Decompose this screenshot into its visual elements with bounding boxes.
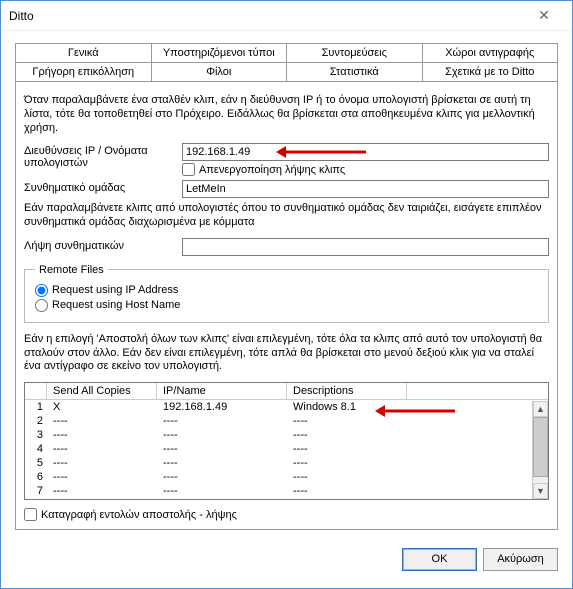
table-cell: ---- bbox=[47, 485, 157, 497]
table-cell: ---- bbox=[157, 415, 287, 427]
table-row[interactable]: 6------------ bbox=[25, 470, 548, 484]
table-cell: ---- bbox=[157, 443, 287, 455]
col-desc[interactable]: Descriptions bbox=[287, 383, 407, 399]
settings-window: Ditto ✕ Γενικά Υποστηριζόμενοι τύποι Συν… bbox=[0, 0, 573, 589]
table-cell: 6 bbox=[25, 471, 47, 483]
friends-table[interactable]: Send All Copies IP/Name Descriptions 1X1… bbox=[24, 382, 549, 500]
table-cell: ---- bbox=[287, 429, 407, 441]
tab-row-1: Γενικά Υποστηριζόμενοι τύποι Συντομεύσει… bbox=[15, 43, 558, 63]
extra-pass-desc: Εάν παραλαμβάνετε κλιπς από υπολογιστές … bbox=[24, 202, 549, 230]
table-cell: 2 bbox=[25, 415, 47, 427]
content-area: Γενικά Υποστηριζόμενοι τύποι Συντομεύσει… bbox=[1, 31, 572, 538]
scroll-up-icon[interactable]: ▲ bbox=[533, 401, 548, 417]
ip-input[interactable] bbox=[182, 143, 549, 161]
cancel-button[interactable]: Ακύρωση bbox=[483, 548, 558, 571]
row-extra-pass: Λήψη συνθηματικών bbox=[24, 238, 549, 256]
tab-row-2: Γρήγορη επικόλληση Φίλοι Στατιστικά Σχετ… bbox=[15, 62, 558, 82]
table-cell: 3 bbox=[25, 429, 47, 441]
table-cell: 5 bbox=[25, 457, 47, 469]
tab-panel-friends: Όταν παραλαμβάνετε ένα σταλθέν κλιπ, εάν… bbox=[15, 81, 558, 530]
send-desc: Εάν η επιλογή 'Αποστολή όλων των κλιπς' … bbox=[24, 333, 549, 374]
log-label: Καταγραφή εντολών αποστολής - λήψης bbox=[41, 509, 237, 521]
tab-quickpaste[interactable]: Γρήγορη επικόλληση bbox=[15, 62, 152, 82]
tab-types[interactable]: Υποστηριζόμενοι τύποι bbox=[151, 43, 288, 63]
scroll-down-icon[interactable]: ▼ bbox=[533, 483, 548, 499]
table-cell: 7 bbox=[25, 485, 47, 497]
ip-label: Διευθύνσεις IP / Ονόματα υπολογιστών bbox=[24, 143, 182, 169]
table-cell: ---- bbox=[47, 429, 157, 441]
radio-request-ip-label: Request using IP Address bbox=[52, 284, 178, 296]
tab-shortcuts[interactable]: Συντομεύσεις bbox=[286, 43, 423, 63]
table-cell: ---- bbox=[157, 485, 287, 497]
table-row[interactable]: 5------------ bbox=[25, 456, 548, 470]
table-row[interactable]: 3------------ bbox=[25, 428, 548, 442]
row-disable-receive: Απενεργοποίηση λήψης κλιπς bbox=[182, 163, 549, 176]
table-body: 1X192.168.1.49Windows 8.12------------3-… bbox=[25, 400, 548, 498]
table-row[interactable]: 2------------ bbox=[25, 414, 548, 428]
disable-receive-label: Απενεργοποίηση λήψης κλιπς bbox=[199, 164, 345, 176]
intro-text: Όταν παραλαμβάνετε ένα σταλθέν κλιπ, εάν… bbox=[24, 94, 549, 135]
radio-request-ip[interactable] bbox=[35, 284, 48, 297]
table-row[interactable]: 7------------ bbox=[25, 484, 548, 498]
vertical-scrollbar[interactable]: ▲ ▼ bbox=[532, 401, 548, 499]
window-title: Ditto bbox=[9, 9, 524, 23]
table-cell: ---- bbox=[47, 457, 157, 469]
tab-friends[interactable]: Φίλοι bbox=[151, 62, 288, 82]
col-empty[interactable] bbox=[407, 383, 548, 399]
disable-receive-checkbox[interactable] bbox=[182, 163, 195, 176]
table-cell: ---- bbox=[157, 471, 287, 483]
table-cell: ---- bbox=[287, 457, 407, 469]
radio-request-host-label: Request using Host Name bbox=[52, 299, 180, 311]
table-row[interactable]: 1X192.168.1.49Windows 8.1 bbox=[25, 400, 548, 414]
row-ip: Διευθύνσεις IP / Ονόματα υπολογιστών Απε… bbox=[24, 143, 549, 176]
group-pass-label: Συνθηματικό ομάδας bbox=[24, 180, 182, 194]
tab-stats[interactable]: Στατιστικά bbox=[286, 62, 423, 82]
table-cell: ---- bbox=[47, 471, 157, 483]
radio-row-ip: Request using IP Address bbox=[35, 284, 538, 297]
group-pass-input[interactable] bbox=[182, 180, 549, 198]
radio-row-host: Request using Host Name bbox=[35, 299, 538, 312]
table-cell: ---- bbox=[47, 443, 157, 455]
col-sendall[interactable]: Send All Copies bbox=[47, 383, 157, 399]
row-group-pass: Συνθηματικό ομάδας bbox=[24, 180, 549, 198]
tabstrip: Γενικά Υποστηριζόμενοι τύποι Συντομεύσει… bbox=[15, 43, 558, 530]
tab-copyareas[interactable]: Χώροι αντιγραφής bbox=[422, 43, 559, 63]
extra-pass-label: Λήψη συνθηματικών bbox=[24, 238, 182, 252]
ok-button[interactable]: OK bbox=[402, 548, 477, 571]
dialog-buttons: OK Ακύρωση bbox=[1, 538, 572, 581]
col-index[interactable] bbox=[25, 383, 47, 399]
remote-files-legend: Remote Files bbox=[35, 264, 108, 276]
table-cell: 192.168.1.49 bbox=[157, 401, 287, 413]
table-cell: ---- bbox=[157, 457, 287, 469]
row-log: Καταγραφή εντολών αποστολής - λήψης bbox=[24, 508, 549, 521]
table-cell: 4 bbox=[25, 443, 47, 455]
table-header: Send All Copies IP/Name Descriptions bbox=[25, 383, 548, 400]
scroll-thumb[interactable] bbox=[533, 417, 548, 477]
titlebar: Ditto ✕ bbox=[1, 1, 572, 31]
table-cell: ---- bbox=[287, 443, 407, 455]
log-checkbox[interactable] bbox=[24, 508, 37, 521]
tab-general[interactable]: Γενικά bbox=[15, 43, 152, 63]
remote-files-group: Remote Files Request using IP Address Re… bbox=[24, 264, 549, 323]
table-cell: X bbox=[47, 401, 157, 413]
table-row[interactable]: 4------------ bbox=[25, 442, 548, 456]
tab-about[interactable]: Σχετικά με το Ditto bbox=[422, 62, 559, 82]
col-ipname[interactable]: IP/Name bbox=[157, 383, 287, 399]
close-icon[interactable]: ✕ bbox=[524, 7, 564, 24]
table-cell: 1 bbox=[25, 401, 47, 413]
table-cell: ---- bbox=[47, 415, 157, 427]
table-cell: Windows 8.1 bbox=[287, 401, 407, 413]
table-cell: ---- bbox=[157, 429, 287, 441]
radio-request-host[interactable] bbox=[35, 299, 48, 312]
extra-pass-input[interactable] bbox=[182, 238, 549, 256]
table-cell: ---- bbox=[287, 415, 407, 427]
table-cell: ---- bbox=[287, 471, 407, 483]
table-cell: ---- bbox=[287, 485, 407, 497]
